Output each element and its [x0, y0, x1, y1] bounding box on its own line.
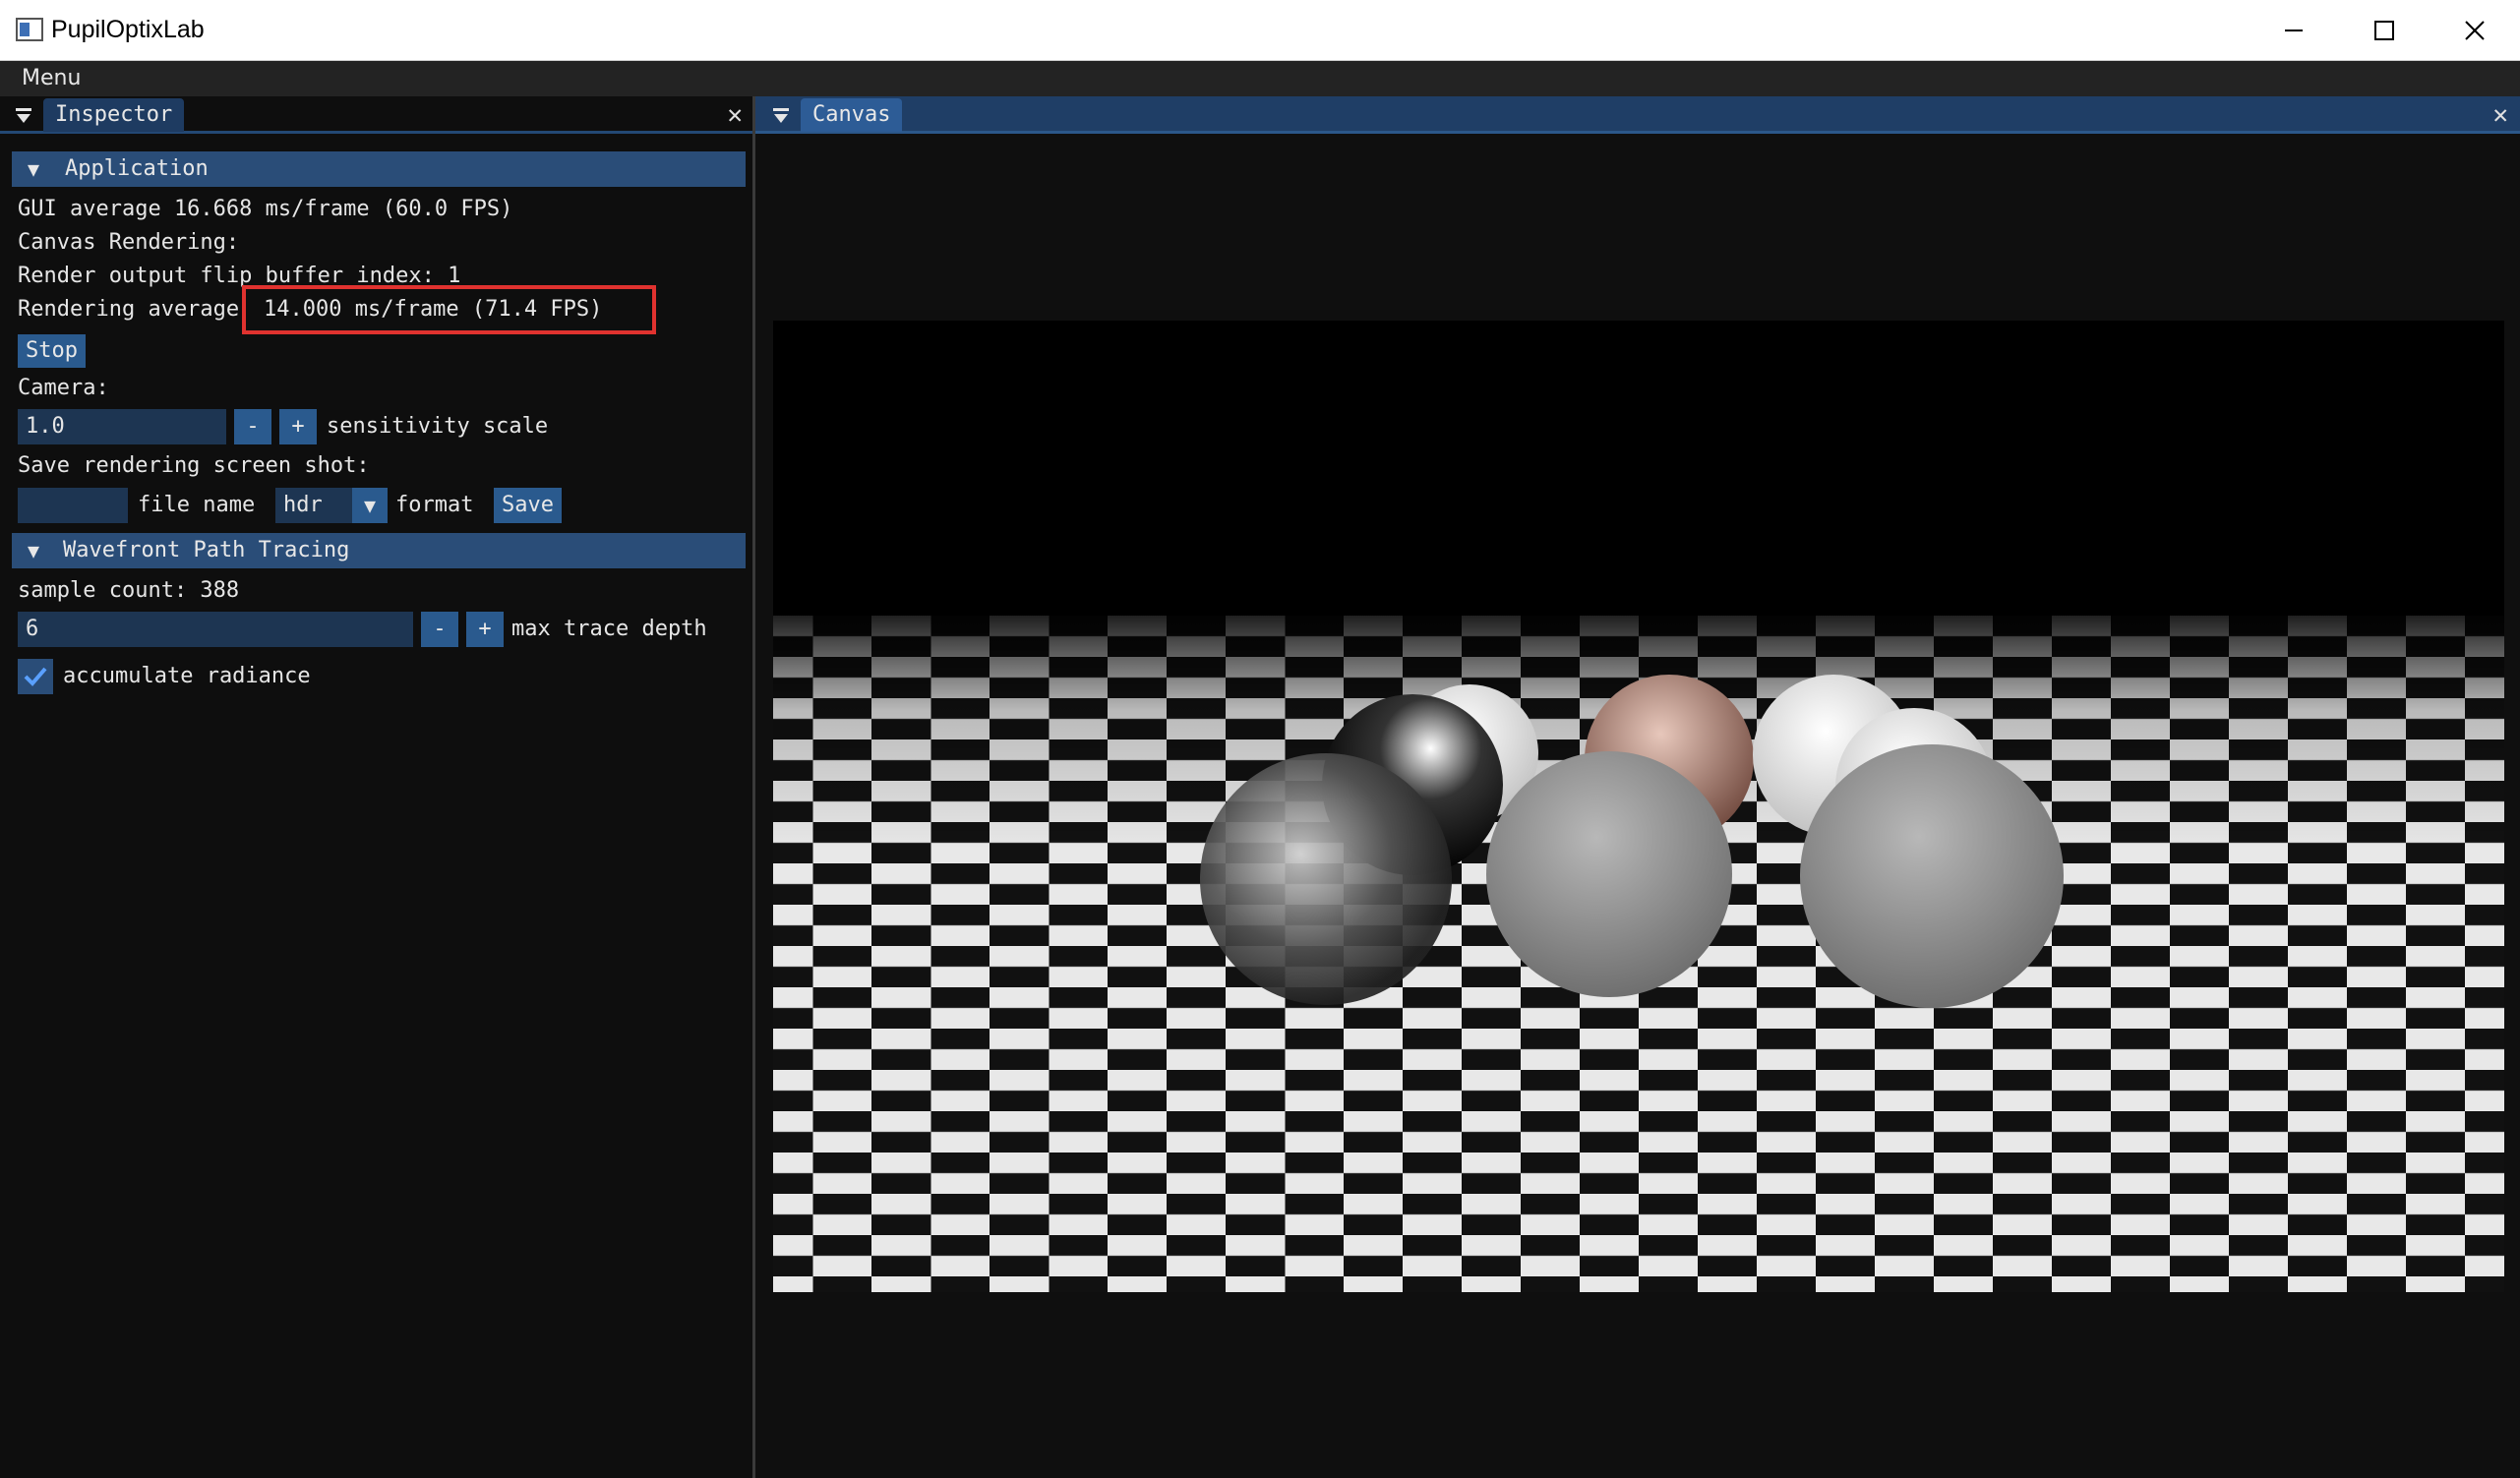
format-select-value: hdr: [283, 493, 323, 517]
max-depth-input[interactable]: 6: [18, 612, 413, 647]
maximize-icon: [2374, 20, 2394, 40]
sample-count-text: sample count: 388: [18, 578, 240, 603]
stop-button[interactable]: Stop: [18, 334, 86, 368]
collapse-triangle-icon: ▼: [28, 157, 40, 181]
canvas-rendering-label: Canvas Rendering:: [18, 230, 240, 255]
dock-menu-icon[interactable]: [14, 106, 33, 126]
inspector-panel: Inspector ✕ ▼ Application GUI average 16…: [0, 96, 755, 1478]
file-name-input[interactable]: [18, 488, 128, 523]
render-output-image[interactable]: [0, 321, 2520, 1305]
checkmark-icon: [24, 667, 47, 686]
minimize-button[interactable]: [2249, 0, 2339, 60]
menu-bar: Menu: [0, 61, 2520, 97]
application-header-label: Application: [65, 156, 209, 181]
chevron-down-icon: ▼: [352, 488, 388, 523]
close-icon: [2465, 20, 2485, 40]
camera-label: Camera:: [18, 376, 109, 400]
sensitivity-minus-button[interactable]: -: [234, 409, 271, 444]
wavefront-header[interactable]: ▼ Wavefront Path Tracing: [12, 533, 746, 568]
sensitivity-scale-label: sensitivity scale: [327, 414, 549, 439]
tab-canvas[interactable]: Canvas: [801, 98, 903, 132]
application-header[interactable]: ▼ Application: [12, 151, 746, 187]
format-label: format: [395, 493, 474, 517]
rendering-average-label: Rendering average: [18, 297, 240, 322]
format-select[interactable]: hdr ▼: [275, 488, 388, 523]
rendered-scene: [0, 321, 2520, 1305]
canvas-tab-bar: Canvas ✕: [755, 96, 2520, 134]
maximize-button[interactable]: [2339, 0, 2430, 60]
canvas-close-icon[interactable]: ✕: [2492, 98, 2508, 132]
max-depth-label: max trace depth: [511, 617, 707, 641]
inspector-close-icon[interactable]: ✕: [727, 98, 743, 132]
save-screenshot-label: Save rendering screen shot:: [18, 453, 370, 478]
dock-menu-icon[interactable]: [771, 106, 791, 126]
wavefront-header-label: Wavefront Path Tracing: [63, 538, 350, 562]
max-depth-minus-button[interactable]: -: [421, 612, 458, 647]
gui-average-text: GUI average 16.668 ms/frame (60.0 FPS): [18, 197, 513, 221]
sensitivity-plus-button[interactable]: +: [279, 409, 317, 444]
canvas-panel: Canvas ✕: [0, 96, 2520, 1478]
menu-item-menu[interactable]: Menu: [22, 65, 81, 92]
file-name-label: file name: [138, 493, 256, 517]
collapse-triangle-icon: ▼: [28, 539, 40, 562]
inspector-tab-bar: Inspector ✕: [0, 96, 752, 134]
highlight-box: [242, 285, 656, 334]
minimize-icon: [2285, 29, 2303, 31]
accumulate-radiance-label: accumulate radiance: [63, 664, 311, 688]
window-title: PupilOptixLab: [51, 16, 205, 43]
accumulate-radiance-checkbox[interactable]: [18, 659, 53, 694]
save-button[interactable]: Save: [494, 488, 562, 523]
close-button[interactable]: [2430, 0, 2520, 60]
sensitivity-input[interactable]: 1.0: [18, 409, 226, 444]
window-titlebar: PupilOptixLab: [0, 0, 2520, 61]
max-depth-plus-button[interactable]: +: [466, 612, 504, 647]
tab-inspector[interactable]: Inspector: [43, 98, 185, 132]
app-icon: [16, 18, 43, 41]
